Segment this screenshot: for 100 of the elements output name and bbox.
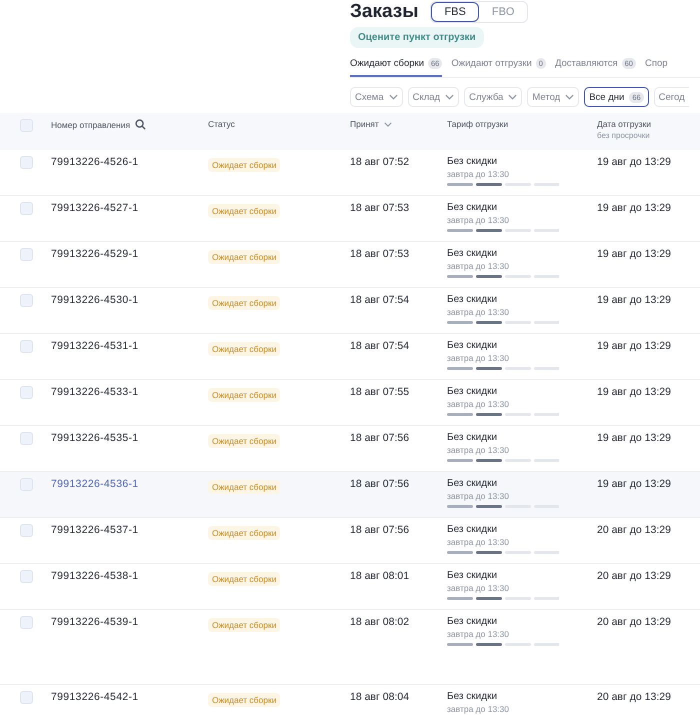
tariff-deadline: завтра до 13:30 xyxy=(447,445,510,455)
tariff-deadline: завтра до 13:30 xyxy=(447,629,510,639)
row-checkbox[interactable] xyxy=(20,386,33,399)
order-number: 79913226-4526-1 xyxy=(51,156,140,168)
table-row[interactable]: 79913226-4539-1 Ожидает сборки 18 авг 08:02 Без скидки завтра до 13:30 20 авг до 13:29 xyxy=(0,610,700,685)
tariff-deadline: завтра до 13:30 xyxy=(447,491,510,501)
column-header: Дата отгрузки xyxy=(597,119,651,129)
row-checkbox[interactable] xyxy=(20,524,33,537)
tariff-name: Без скидки xyxy=(447,691,498,702)
row-checkbox[interactable] xyxy=(20,202,33,215)
table-row[interactable]: 79913226-4533-1 Ожидает сборки 18 авг 07:55 Без скидки завтра до 13:30 19 авг до 13:29 xyxy=(0,380,700,426)
table-cell-text: 20 авг до 13:29 xyxy=(597,524,672,536)
table-cell-text: 19 авг до 13:29 xyxy=(597,248,672,260)
chevron-down-icon xyxy=(445,94,454,100)
tab[interactable]: Спор xyxy=(644,58,668,77)
filter-dropdown[interactable]: Метод xyxy=(527,87,580,107)
column-header: Статус xyxy=(208,119,235,129)
order-number: 79913226-4535-1 xyxy=(51,432,140,444)
select-all-checkbox[interactable] xyxy=(20,119,33,132)
order-number: 79913226-4529-1 xyxy=(51,248,140,260)
tariff-name: Без скидки xyxy=(447,340,498,351)
row-checkbox[interactable] xyxy=(20,248,33,261)
filter-dropdown[interactable]: Схема xyxy=(350,87,403,107)
filter-dropdown[interactable]: Служба xyxy=(464,87,522,107)
tariff-name: Без скидки xyxy=(447,202,498,213)
filter-dropdown[interactable]: Склад xyxy=(408,87,460,107)
table-row[interactable]: 79913226-4526-1 Ожидает сборки 18 авг 07:52 Без скидки завтра до 13:30 19 авг до 13:29 xyxy=(0,150,700,196)
tariff-name: Без скидки xyxy=(447,156,498,167)
table-row[interactable]: 79913226-4530-1 Ожидает сборки 18 авг 07:54 Без скидки завтра до 13:30 19 авг до 13:29 xyxy=(0,288,700,334)
chevron-down-icon xyxy=(388,94,398,100)
table-row[interactable]: 79913226-4537-1 Ожидает сборки 18 авг 07:56 Без скидки завтра до 13:30 20 авг до 13:29 xyxy=(0,518,700,564)
row-checkbox[interactable] xyxy=(20,691,33,704)
row-checkbox[interactable] xyxy=(20,294,33,307)
status-badge: Ожидает сборки xyxy=(208,693,280,707)
order-number: 79913226-4530-1 xyxy=(51,294,140,306)
status-badge: Ожидает сборки xyxy=(208,158,280,172)
table-cell-text: 19 авг до 13:29 xyxy=(597,432,672,444)
row-checkbox[interactable] xyxy=(20,156,33,169)
table-row[interactable]: 79913226-4527-1 Ожидает сборки 18 авг 07:53 Без скидки завтра до 13:30 19 авг до 13:29 xyxy=(0,196,700,242)
tariff-name: Без скидки xyxy=(447,386,498,397)
table-cell-text: 20 авг до 13:29 xyxy=(597,570,672,582)
status-badge: Ожидает сборки xyxy=(208,342,280,356)
table-cell-text: 18 авг 08:01 xyxy=(350,570,410,582)
row-checkbox[interactable] xyxy=(20,616,33,629)
status-badge: Ожидает сборки xyxy=(208,204,280,218)
tariff-name: Без скидки xyxy=(447,248,498,259)
order-number: 79913226-4538-1 xyxy=(51,570,140,582)
table-cell-text: 19 авг до 13:29 xyxy=(597,156,672,168)
chevron-down-icon xyxy=(508,94,518,100)
column-header: Номер отправления xyxy=(51,120,130,130)
tariff-name: Без скидки xyxy=(447,294,498,305)
table-row[interactable]: 79913226-4529-1 Ожидает сборки 18 авг 07:53 Без скидки завтра до 13:30 19 авг до 13:29 xyxy=(0,242,700,288)
page-title: Заказы xyxy=(350,0,418,24)
row-checkbox[interactable] xyxy=(20,570,33,583)
tariff-deadline: завтра до 13:30 xyxy=(447,215,510,225)
tariff-name: Без скидки xyxy=(447,524,498,535)
table-cell-text: 18 авг 07:55 xyxy=(350,386,410,398)
order-number: 79913226-4533-1 xyxy=(51,386,140,398)
table-cell-text: 18 авг 08:04 xyxy=(350,691,410,703)
table-cell-text: 18 авг 08:02 xyxy=(350,616,410,628)
filter-chip[interactable]: Сегод xyxy=(654,87,689,107)
column-subheader: без просрочки xyxy=(597,131,651,140)
table-row[interactable]: 79913226-4531-1 Ожидает сборки 18 авг 07:54 Без скидки завтра до 13:30 19 авг до 13:29 xyxy=(0,334,700,380)
row-checkbox[interactable] xyxy=(20,340,33,353)
order-number: 79913226-4537-1 xyxy=(51,524,140,536)
tariff-name: Без скидки xyxy=(447,616,498,627)
tariff-deadline: завтра до 13:30 xyxy=(447,399,510,409)
order-number: 79913226-4531-1 xyxy=(51,340,140,352)
table-cell-text: 18 авг 07:53 xyxy=(350,248,410,260)
order-number[interactable]: 79913226-4536-1 xyxy=(51,478,208,490)
table-cell-text: 18 авг 07:54 xyxy=(350,294,410,306)
order-number: 79913226-4527-1 xyxy=(51,202,140,214)
tariff-deadline: завтра до 13:30 xyxy=(447,261,510,271)
table-row[interactable]: 79913226-4542-1 Ожидает сборки 18 авг 08:04 Без скидки завтра до 13:30 20 авг до 13:29 xyxy=(0,685,700,715)
order-number: 79913226-4539-1 xyxy=(51,616,140,628)
row-checkbox[interactable] xyxy=(20,478,33,491)
table-cell-text: 20 авг до 13:29 xyxy=(597,691,672,703)
status-badge: Ожидает сборки xyxy=(208,526,280,540)
tariff-deadline: завтра до 13:30 xyxy=(447,537,510,547)
tariff-deadline: завтра до 13:30 xyxy=(447,353,510,363)
table-cell-text: 18 авг 07:56 xyxy=(350,524,410,536)
table-cell-text: 18 авг 07:52 xyxy=(350,156,410,168)
table-cell-text: 19 авг до 13:29 xyxy=(597,478,672,490)
tariff-name: Без скидки xyxy=(447,570,498,581)
column-header: Принят xyxy=(350,119,379,129)
search-icon[interactable] xyxy=(135,119,146,130)
status-badge: Ожидает сборки xyxy=(208,434,280,448)
status-badge: Ожидает сборки xyxy=(208,296,280,310)
scheme-tab[interactable]: FBS xyxy=(431,2,479,22)
row-checkbox[interactable] xyxy=(20,432,33,445)
column-header: Тариф отгрузки xyxy=(447,119,508,129)
table-cell-text: 18 авг 07:56 xyxy=(350,478,410,490)
sort-chevron-icon[interactable] xyxy=(384,122,392,126)
status-badge: Ожидает сборки xyxy=(208,250,280,264)
status-badge: Ожидает сборки xyxy=(208,388,280,402)
tariff-deadline: завтра до 13:30 xyxy=(447,169,510,179)
rate-button[interactable]: Оцените пункт отгрузки xyxy=(350,27,484,48)
order-number: 79913226-4542-1 xyxy=(51,691,140,703)
table-row[interactable]: 79913226-4536-1 Ожидает сборки 18 авг 07:56 Без скидки завтра до 13:30 19 авг до 13:29 xyxy=(0,472,700,518)
table-row[interactable]: 79913226-4538-1 Ожидает сборки 18 авг 08:01 Без скидки завтра до 13:30 20 авг до 13:29 xyxy=(0,564,700,610)
